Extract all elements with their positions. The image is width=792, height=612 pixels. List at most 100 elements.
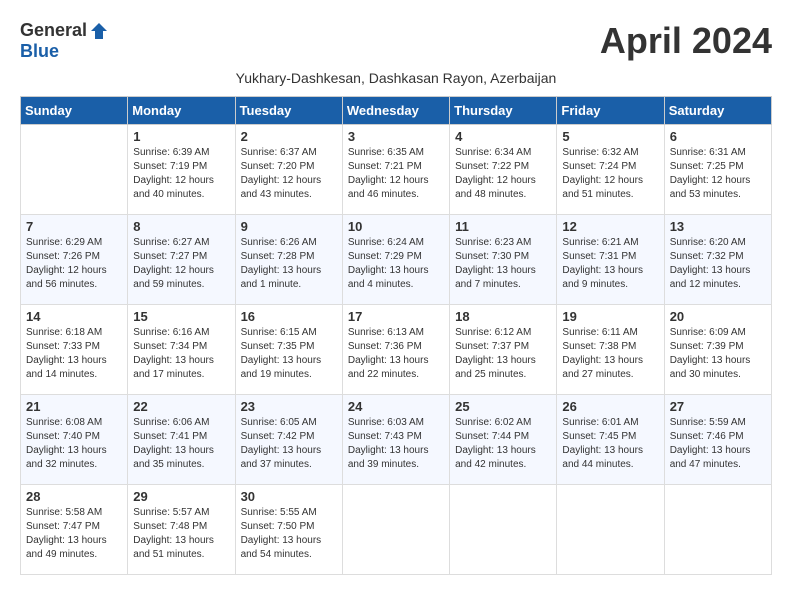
calendar-cell: 1 Sunrise: 6:39 AM Sunset: 7:19 PM Daylig… <box>128 125 235 215</box>
cell-info: Sunrise: 6:29 AM Sunset: 7:26 PM Dayligh… <box>26 236 122 292</box>
calendar-cell: 6 Sunrise: 6:31 AM Sunset: 7:25 PM Daylig… <box>664 125 771 215</box>
calendar-cell: 30 Sunrise: 5:55 AM Sunset: 7:50 PM Dayli… <box>235 485 342 575</box>
day-number: 2 <box>241 129 337 144</box>
day-number: 11 <box>455 219 551 234</box>
day-number: 19 <box>562 309 658 324</box>
day-number: 21 <box>26 399 122 414</box>
calendar-cell: 15 Sunrise: 6:16 AM Sunset: 7:34 PM Dayli… <box>128 305 235 395</box>
cell-info: Sunrise: 5:59 AM Sunset: 7:46 PM Dayligh… <box>670 416 766 472</box>
column-header-saturday: Saturday <box>664 97 771 125</box>
calendar-cell: 7 Sunrise: 6:29 AM Sunset: 7:26 PM Daylig… <box>21 215 128 305</box>
day-number: 1 <box>133 129 229 144</box>
calendar-cell: 24 Sunrise: 6:03 AM Sunset: 7:43 PM Dayli… <box>342 395 449 485</box>
calendar-cell: 28Sunrise: 5:58 AM Sunset: 7:47 PM Dayli… <box>21 485 128 575</box>
cell-info: Sunrise: 6:24 AM Sunset: 7:29 PM Dayligh… <box>348 236 444 292</box>
calendar-cell: 16 Sunrise: 6:15 AM Sunset: 7:35 PM Dayli… <box>235 305 342 395</box>
cell-info: Sunrise: 6:27 AM Sunset: 7:27 PM Dayligh… <box>133 236 229 292</box>
calendar-cell: 8 Sunrise: 6:27 AM Sunset: 7:27 PM Daylig… <box>128 215 235 305</box>
calendar-cell <box>342 485 449 575</box>
calendar-week-row: 1 Sunrise: 6:39 AM Sunset: 7:19 PM Daylig… <box>21 125 772 215</box>
cell-info: Sunrise: 6:39 AM Sunset: 7:19 PM Dayligh… <box>133 146 229 202</box>
logo-blue-text: Blue <box>20 41 59 62</box>
calendar-cell: 3Sunrise: 6:35 AM Sunset: 7:21 PM Daylig… <box>342 125 449 215</box>
cell-info: Sunrise: 6:26 AM Sunset: 7:28 PM Dayligh… <box>241 236 337 292</box>
day-number: 6 <box>670 129 766 144</box>
day-number: 12 <box>562 219 658 234</box>
day-number: 29 <box>133 489 229 504</box>
calendar-cell: 9 Sunrise: 6:26 AM Sunset: 7:28 PM Daylig… <box>235 215 342 305</box>
day-number: 9 <box>241 219 337 234</box>
cell-info: Sunrise: 6:23 AM Sunset: 7:30 PM Dayligh… <box>455 236 551 292</box>
calendar-table: SundayMondayTuesdayWednesdayThursdayFrid… <box>20 96 772 575</box>
calendar-cell: 21 Sunrise: 6:08 AM Sunset: 7:40 PM Dayli… <box>21 395 128 485</box>
cell-info: Sunrise: 6:08 AM Sunset: 7:40 PM Dayligh… <box>26 416 122 472</box>
calendar-cell: 14 Sunrise: 6:18 AM Sunset: 7:33 PM Dayli… <box>21 305 128 395</box>
cell-info: Sunrise: 6:09 AM Sunset: 7:39 PM Dayligh… <box>670 326 766 382</box>
day-number: 22 <box>133 399 229 414</box>
calendar-cell: 10Sunrise: 6:24 AM Sunset: 7:29 PM Dayli… <box>342 215 449 305</box>
calendar-cell: 4 Sunrise: 6:34 AM Sunset: 7:22 PM Daylig… <box>450 125 557 215</box>
day-number: 3 <box>348 129 444 144</box>
day-number: 16 <box>241 309 337 324</box>
cell-info: Sunrise: 6:20 AM Sunset: 7:32 PM Dayligh… <box>670 236 766 292</box>
day-number: 20 <box>670 309 766 324</box>
column-header-sunday: Sunday <box>21 97 128 125</box>
day-number: 25 <box>455 399 551 414</box>
column-header-friday: Friday <box>557 97 664 125</box>
month-title: April 2024 <box>600 20 772 62</box>
logo-general-text: General <box>20 20 87 41</box>
calendar-body: 1 Sunrise: 6:39 AM Sunset: 7:19 PM Daylig… <box>21 125 772 575</box>
calendar-week-row: 21 Sunrise: 6:08 AM Sunset: 7:40 PM Dayli… <box>21 395 772 485</box>
cell-info: Sunrise: 6:37 AM Sunset: 7:20 PM Dayligh… <box>241 146 337 202</box>
calendar-cell: 20 Sunrise: 6:09 AM Sunset: 7:39 PM Dayli… <box>664 305 771 395</box>
page-header: General Blue April 2024 <box>20 20 772 62</box>
day-number: 13 <box>670 219 766 234</box>
day-number: 4 <box>455 129 551 144</box>
cell-info: Sunrise: 6:31 AM Sunset: 7:25 PM Dayligh… <box>670 146 766 202</box>
cell-info: Sunrise: 6:11 AM Sunset: 7:38 PM Dayligh… <box>562 326 658 382</box>
cell-info: Sunrise: 6:15 AM Sunset: 7:35 PM Dayligh… <box>241 326 337 382</box>
day-number: 8 <box>133 219 229 234</box>
logo-icon <box>89 21 109 41</box>
calendar-cell: 22 Sunrise: 6:06 AM Sunset: 7:41 PM Dayli… <box>128 395 235 485</box>
day-number: 23 <box>241 399 337 414</box>
column-header-monday: Monday <box>128 97 235 125</box>
column-header-tuesday: Tuesday <box>235 97 342 125</box>
cell-info: Sunrise: 6:01 AM Sunset: 7:45 PM Dayligh… <box>562 416 658 472</box>
day-number: 18 <box>455 309 551 324</box>
day-number: 27 <box>670 399 766 414</box>
day-number: 30 <box>241 489 337 504</box>
cell-info: Sunrise: 6:02 AM Sunset: 7:44 PM Dayligh… <box>455 416 551 472</box>
logo: General Blue <box>20 20 109 62</box>
calendar-cell: 26 Sunrise: 6:01 AM Sunset: 7:45 PM Dayli… <box>557 395 664 485</box>
day-number: 17 <box>348 309 444 324</box>
calendar-cell: 23 Sunrise: 6:05 AM Sunset: 7:42 PM Dayli… <box>235 395 342 485</box>
calendar-cell <box>450 485 557 575</box>
cell-info: Sunrise: 6:32 AM Sunset: 7:24 PM Dayligh… <box>562 146 658 202</box>
day-number: 24 <box>348 399 444 414</box>
calendar-cell <box>557 485 664 575</box>
day-number: 14 <box>26 309 122 324</box>
cell-info: Sunrise: 6:16 AM Sunset: 7:34 PM Dayligh… <box>133 326 229 382</box>
cell-info: Sunrise: 5:57 AM Sunset: 7:48 PM Dayligh… <box>133 506 229 562</box>
calendar-cell: 5 Sunrise: 6:32 AM Sunset: 7:24 PM Daylig… <box>557 125 664 215</box>
calendar-cell: 2 Sunrise: 6:37 AM Sunset: 7:20 PM Daylig… <box>235 125 342 215</box>
day-number: 5 <box>562 129 658 144</box>
calendar-cell: 11 Sunrise: 6:23 AM Sunset: 7:30 PM Dayli… <box>450 215 557 305</box>
cell-info: Sunrise: 6:06 AM Sunset: 7:41 PM Dayligh… <box>133 416 229 472</box>
day-number: 15 <box>133 309 229 324</box>
day-number: 26 <box>562 399 658 414</box>
day-number: 7 <box>26 219 122 234</box>
calendar-cell: 17Sunrise: 6:13 AM Sunset: 7:36 PM Dayli… <box>342 305 449 395</box>
cell-info: Sunrise: 6:21 AM Sunset: 7:31 PM Dayligh… <box>562 236 658 292</box>
cell-info: Sunrise: 6:18 AM Sunset: 7:33 PM Dayligh… <box>26 326 122 382</box>
cell-info: Sunrise: 5:55 AM Sunset: 7:50 PM Dayligh… <box>241 506 337 562</box>
cell-info: Sunrise: 6:05 AM Sunset: 7:42 PM Dayligh… <box>241 416 337 472</box>
calendar-cell <box>664 485 771 575</box>
calendar-header-row: SundayMondayTuesdayWednesdayThursdayFrid… <box>21 97 772 125</box>
cell-info: Sunrise: 6:03 AM Sunset: 7:43 PM Dayligh… <box>348 416 444 472</box>
day-number: 28 <box>26 489 122 504</box>
calendar-cell: 19 Sunrise: 6:11 AM Sunset: 7:38 PM Dayli… <box>557 305 664 395</box>
calendar-cell: 29 Sunrise: 5:57 AM Sunset: 7:48 PM Dayli… <box>128 485 235 575</box>
cell-info: Sunrise: 6:34 AM Sunset: 7:22 PM Dayligh… <box>455 146 551 202</box>
